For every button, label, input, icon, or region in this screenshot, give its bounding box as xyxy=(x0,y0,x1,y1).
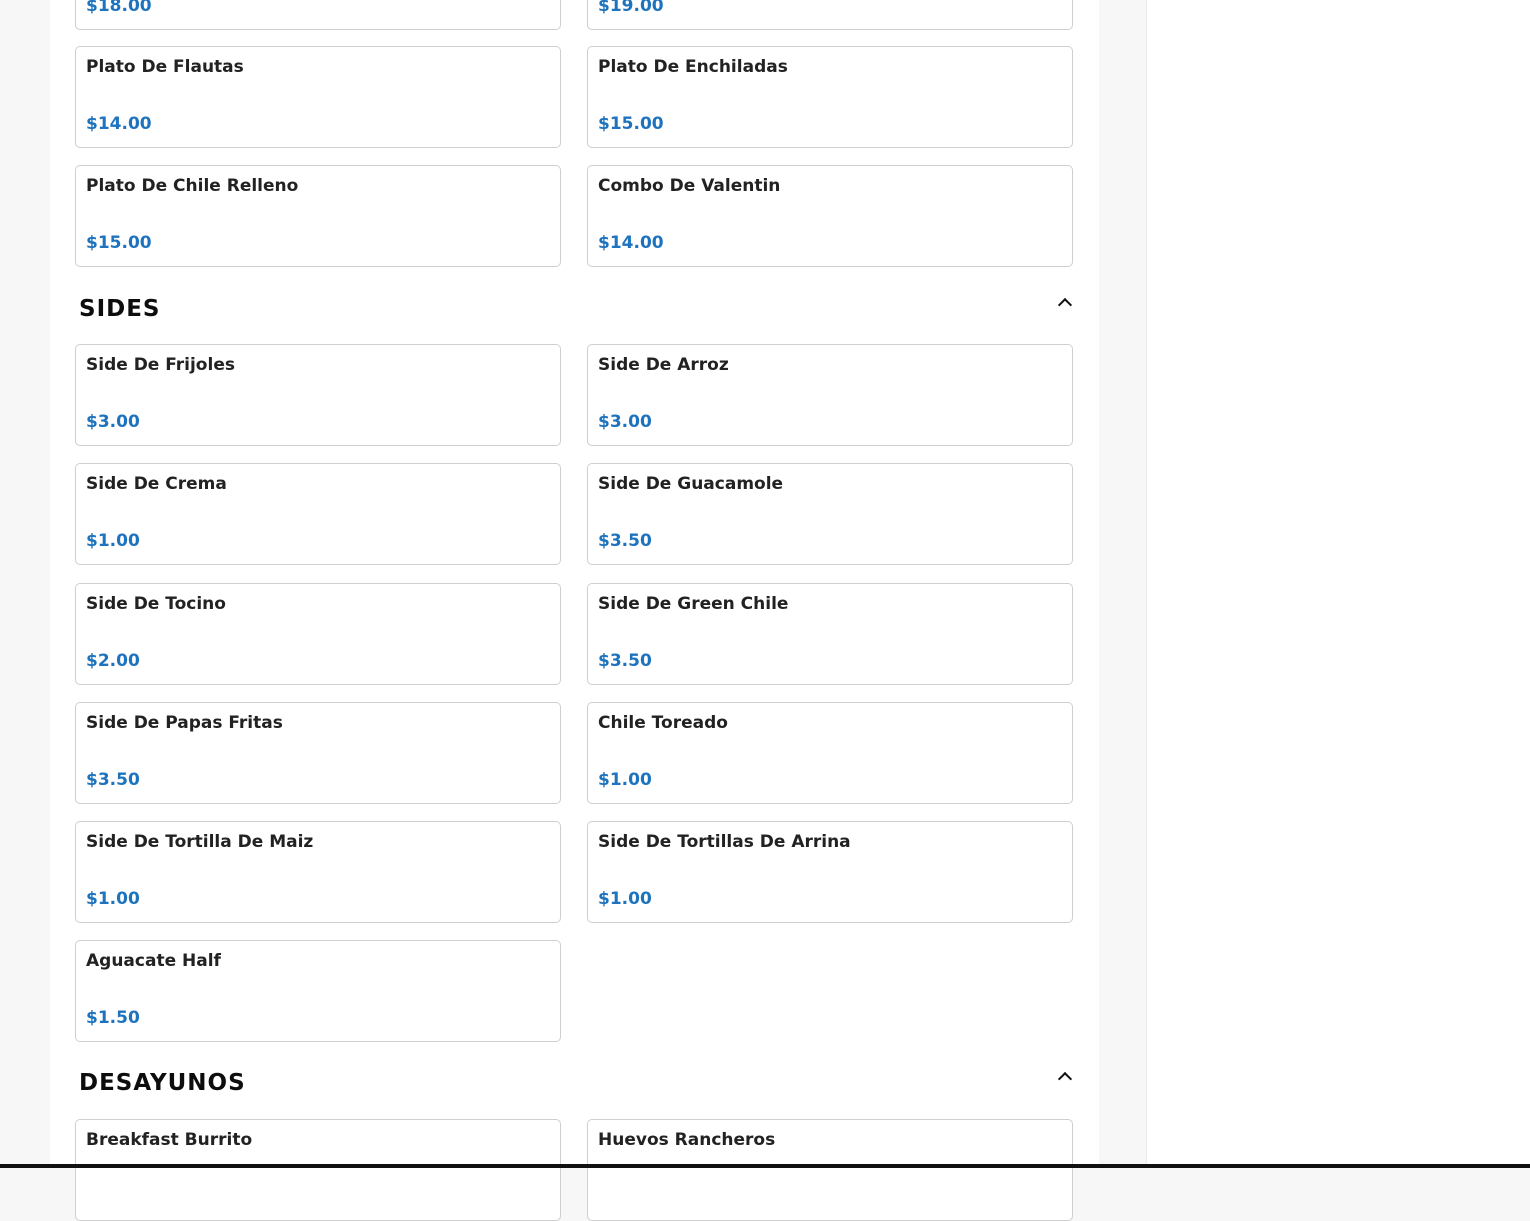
menu-item-price: $14.00 xyxy=(598,233,664,253)
menu-item-card[interactable]: Side De Arroz $3.00 xyxy=(587,344,1073,446)
menu-item-price: $1.00 xyxy=(86,889,140,909)
collapse-desayunos-button[interactable] xyxy=(1055,1067,1075,1087)
menu-item-card[interactable]: Side De Guacamole $3.50 xyxy=(587,463,1073,565)
menu-item-name: Side De Crema xyxy=(86,474,227,494)
menu-item-price: $3.50 xyxy=(598,651,652,671)
menu-item-card[interactable]: Side De Tortillas De Arrina $1.00 xyxy=(587,821,1073,923)
menu-item-price: $3.00 xyxy=(86,412,140,432)
menu-item-card[interactable]: Side De Frijoles $3.00 xyxy=(75,344,561,446)
menu-item-name: Plato De Chile Relleno xyxy=(86,176,299,196)
menu-item-price: $15.00 xyxy=(598,114,664,134)
menu-item-name: Plato De Enchiladas xyxy=(598,57,788,77)
menu-item-name: Side De Tocino xyxy=(86,594,226,614)
bottom-edge-bar xyxy=(0,1164,1530,1168)
menu-item-price: $2.00 xyxy=(86,651,140,671)
menu-item-name: Side De Tortillas De Arrina xyxy=(598,832,851,852)
menu-item-name: Combo De Valentin xyxy=(598,176,781,196)
menu-item-name: Plato De Flautas xyxy=(86,57,244,77)
menu-item-name: Side De Papas Fritas xyxy=(86,713,283,733)
menu-item-card[interactable]: Chile Toreado $1.00 xyxy=(587,702,1073,804)
menu-item-card[interactable]: Side De Green Chile $3.50 xyxy=(587,583,1073,685)
menu-item-price: $3.50 xyxy=(86,770,140,790)
menu-item-card[interactable]: Huevos Rancheros xyxy=(587,1119,1073,1221)
menu-item-price: $1.00 xyxy=(86,531,140,551)
menu-item-card[interactable]: $18.00 xyxy=(75,0,561,30)
menu-item-name: Side De Tortilla De Maiz xyxy=(86,832,314,852)
menu-item-card[interactable]: Breakfast Burrito xyxy=(75,1119,561,1221)
chevron-up-icon xyxy=(1057,297,1073,313)
menu-item-card[interactable]: Combo De Valentin $14.00 xyxy=(587,165,1073,267)
menu-item-price: $1.00 xyxy=(598,770,652,790)
menu-item-card[interactable]: Side De Crema $1.00 xyxy=(75,463,561,565)
menu-item-price: $1.50 xyxy=(86,1008,140,1028)
menu-item-price: $1.00 xyxy=(598,889,652,909)
menu-item-card[interactable]: Plato De Flautas $14.00 xyxy=(75,46,561,148)
menu-item-name: Breakfast Burrito xyxy=(86,1130,253,1150)
menu-item-name: Side De Arroz xyxy=(598,355,729,375)
section-title-sides: SIDES xyxy=(79,296,161,322)
menu-item-card[interactable]: Side De Tortilla De Maiz $1.00 xyxy=(75,821,561,923)
collapse-sides-button[interactable] xyxy=(1055,293,1075,313)
menu-item-card[interactable]: Side De Tocino $2.00 xyxy=(75,583,561,685)
menu-item-card[interactable]: Aguacate Half $1.50 xyxy=(75,940,561,1042)
menu-item-name: Aguacate Half xyxy=(86,951,221,971)
order-side-panel xyxy=(1146,0,1530,1168)
menu-item-card[interactable]: Plato De Enchiladas $15.00 xyxy=(587,46,1073,148)
menu-item-name: Side De Frijoles xyxy=(86,355,235,375)
menu-item-name: Side De Guacamole xyxy=(598,474,784,494)
menu-item-price: $15.00 xyxy=(86,233,152,253)
menu-item-name: Chile Toreado xyxy=(598,713,728,733)
menu-item-price: $3.00 xyxy=(598,412,652,432)
menu-item-price: $3.50 xyxy=(598,531,652,551)
menu-item-name: Side De Green Chile xyxy=(598,594,789,614)
menu-item-card[interactable]: $19.00 xyxy=(587,0,1073,30)
menu-item-card[interactable]: Plato De Chile Relleno $15.00 xyxy=(75,165,561,267)
section-title-desayunos: DESAYUNOS xyxy=(79,1070,246,1096)
menu-item-name: Huevos Rancheros xyxy=(598,1130,776,1150)
menu-item-price: $18.00 xyxy=(86,0,152,16)
menu-item-card[interactable]: Side De Papas Fritas $3.50 xyxy=(75,702,561,804)
chevron-up-icon xyxy=(1057,1071,1073,1087)
menu-item-price: $14.00 xyxy=(86,114,152,134)
menu-item-price: $19.00 xyxy=(598,0,664,16)
